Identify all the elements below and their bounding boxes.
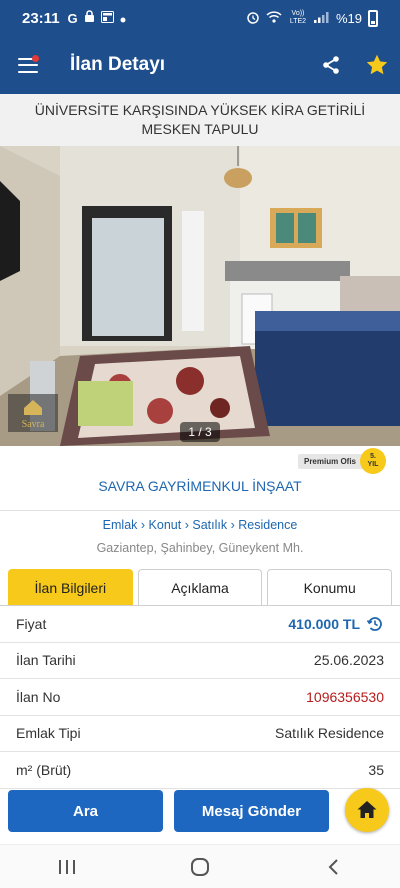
share-button[interactable] xyxy=(308,36,354,94)
info-row-area: m² (Brüt) 35 xyxy=(0,752,400,789)
home-icon xyxy=(357,801,377,818)
tab-konumu[interactable]: Konumu xyxy=(267,569,393,605)
listing-photo[interactable]: Savra 1 / 3 xyxy=(0,146,400,446)
price-value[interactable]: 410.000 TL xyxy=(288,615,384,633)
favorite-button[interactable] xyxy=(354,36,400,94)
info-table: Fiyat 410.000 TL İlan Tarihi 25.06.2023 … xyxy=(0,606,400,789)
breadcrumb: Emlak › Konut › Satılık › Residence xyxy=(0,518,400,532)
home-nav-button[interactable] xyxy=(170,845,230,888)
breadcrumb-item[interactable]: Emlak xyxy=(103,518,138,532)
breadcrumb-separator: › xyxy=(184,518,189,532)
divider xyxy=(0,510,400,511)
row-key: Fiyat xyxy=(16,615,47,632)
share-icon xyxy=(323,56,339,74)
info-row-listing-no: İlan No 1096356530 xyxy=(0,679,400,716)
listing-title: ÜNİVERSİTE KARŞISINDA YÜKSEK KİRA GETİRİ… xyxy=(0,94,400,146)
row-key: Emlak Tipi xyxy=(16,725,81,742)
info-row-price: Fiyat 410.000 TL xyxy=(0,606,400,643)
tab-bar: İlan Bilgileri Açıklama Konumu xyxy=(8,569,393,605)
wifi-icon xyxy=(266,10,282,26)
breadcrumb-separator: › xyxy=(230,518,235,532)
menu-button[interactable] xyxy=(0,36,56,94)
dot-icon xyxy=(120,11,126,26)
row-key: İlan No xyxy=(16,688,61,705)
news-icon xyxy=(100,10,114,26)
battery-percent: %19 xyxy=(335,10,362,26)
tab-ilan-bilgileri[interactable]: İlan Bilgileri xyxy=(8,569,133,605)
row-value: 35 xyxy=(368,761,384,778)
price-history-icon[interactable] xyxy=(366,615,384,633)
google-icon: G xyxy=(67,10,78,26)
star-icon xyxy=(366,54,388,75)
row-value: 25.06.2023 xyxy=(313,652,384,669)
breadcrumb-item[interactable]: Residence xyxy=(238,518,297,532)
home-circle-icon xyxy=(190,857,209,876)
premium-badge: Premium Ofis 5. YIL xyxy=(297,448,386,474)
photo-counter: 1 / 3 xyxy=(180,422,220,442)
years-label: YIL xyxy=(367,461,379,468)
years-number: 5. xyxy=(370,453,376,460)
location-text: Gaziantep, Şahinbey, Güneykent Mh. xyxy=(96,541,304,555)
tab-aciklama[interactable]: Açıklama xyxy=(137,569,263,605)
partially-hidden-row xyxy=(0,836,400,844)
page-title: İlan Detayı xyxy=(70,54,166,75)
row-value: 1096356530 xyxy=(306,688,384,705)
lock-icon xyxy=(84,10,95,26)
breadcrumb-separator: › xyxy=(140,518,146,532)
years-seal: 5. YIL xyxy=(360,448,386,474)
row-value: 410.000 TL xyxy=(288,615,360,632)
store-name-link[interactable]: SAVRA GAYRİMENKUL İNŞAAT xyxy=(0,478,400,494)
watermark-label: Savra xyxy=(22,419,45,430)
alarm-icon xyxy=(246,10,260,27)
row-key: m² (Brüt) xyxy=(16,761,72,778)
breadcrumb-item[interactable]: Satılık xyxy=(192,518,227,532)
battery-icon xyxy=(368,9,378,27)
status-time: 23:11 xyxy=(22,9,60,27)
row-value: Satılık Residence xyxy=(275,725,384,742)
signal-icon xyxy=(313,11,330,26)
home-button[interactable] xyxy=(345,788,389,832)
network-label: Vo)) LTE2 xyxy=(289,10,307,25)
premium-label: Premium Ofis xyxy=(297,453,364,469)
breadcrumb-item[interactable]: Konut xyxy=(149,518,182,532)
info-row-type: Emlak Tipi Satılık Residence xyxy=(0,716,400,752)
system-nav-bar xyxy=(0,844,400,888)
message-button[interactable]: Mesaj Gönder xyxy=(174,790,329,832)
screen: 23:11 G Vo)) LTE2 %19 İlan Detayı ÜNİVER… xyxy=(0,0,400,888)
app-bar: İlan Detayı xyxy=(0,36,400,94)
recent-apps-button[interactable] xyxy=(37,845,97,888)
back-icon xyxy=(328,858,339,875)
call-button[interactable]: Ara xyxy=(8,790,163,832)
back-button[interactable] xyxy=(303,845,363,888)
status-bar: 23:11 G Vo)) LTE2 %19 xyxy=(0,0,400,36)
row-key: İlan Tarihi xyxy=(16,652,76,669)
notification-dot xyxy=(32,55,39,62)
info-row-date: İlan Tarihi 25.06.2023 xyxy=(0,643,400,679)
recent-apps-icon xyxy=(58,859,75,874)
